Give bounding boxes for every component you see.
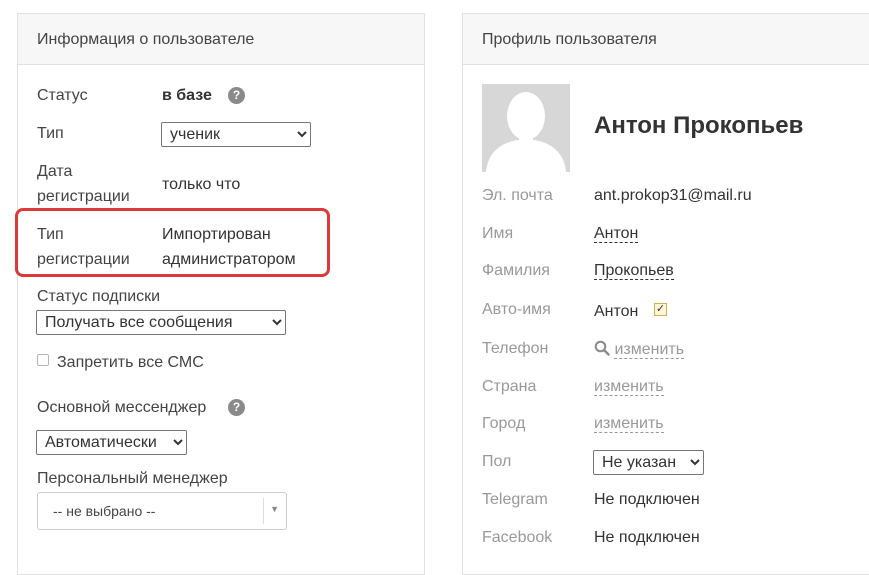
profile-title: Профиль пользователя: [463, 14, 869, 65]
last-name-label: Фамилия: [482, 262, 550, 279]
chevron-down-icon[interactable]: ▼: [270, 504, 279, 514]
facebook-label: Facebook: [482, 529, 553, 546]
phone-label: Телефон: [482, 340, 549, 357]
first-name-wrap: Антон: [594, 225, 639, 243]
type-label: Тип: [37, 125, 64, 142]
email-label: Эл. почта: [482, 187, 553, 204]
reg-date-label-line1: Дата: [37, 163, 73, 180]
autoname-value: Антон: [594, 303, 639, 320]
subscription-label: Статус подписки: [37, 288, 161, 305]
last-name-wrap: Прокопьев: [594, 262, 674, 280]
telegram-label: Telegram: [482, 491, 548, 508]
subscription-select[interactable]: Получать все сообщения: [36, 310, 286, 335]
country-edit-wrap: изменить: [594, 378, 664, 396]
last-name-value[interactable]: Прокопьев: [594, 262, 674, 280]
city-edit-link[interactable]: изменить: [594, 415, 664, 433]
reg-type-highlight-box: [15, 208, 330, 277]
messenger-select[interactable]: Автоматически: [36, 430, 187, 455]
avatar[interactable]: [482, 84, 570, 172]
phone-edit-wrap: изменить: [594, 340, 685, 359]
messenger-help-icon[interactable]: ?: [228, 399, 245, 416]
country-label: Страна: [482, 378, 537, 395]
city-edit-wrap: изменить: [594, 415, 664, 433]
reg-date-value: только что: [162, 176, 241, 193]
search-icon[interactable]: [594, 340, 610, 356]
phone-edit-link[interactable]: изменить: [614, 341, 685, 359]
status-label: Статус: [37, 87, 88, 104]
user-info-title: Информация о пользователе: [18, 14, 424, 65]
autoname-checkbox-checked-icon[interactable]: ✓: [654, 303, 667, 316]
email-value: ant.prokop31@mail.ru: [594, 187, 752, 204]
manager-selected-value: -- не выбрано --: [53, 503, 156, 519]
gender-select[interactable]: Не указан: [593, 450, 704, 475]
city-label: Город: [482, 415, 526, 432]
manager-combobox[interactable]: -- не выбрано -- ▼: [37, 492, 287, 530]
manager-combobox-separator: [263, 498, 264, 524]
status-help-icon[interactable]: ?: [228, 87, 245, 104]
profile-full-name: Антон Прокопьев: [594, 112, 804, 139]
reg-date-label-line2: регистрации: [37, 188, 130, 205]
user-silhouette-icon: [482, 84, 570, 172]
autoname-label: Авто-имя: [482, 301, 551, 318]
block-sms-checkbox[interactable]: [37, 354, 49, 366]
telegram-value: Не подключен: [594, 491, 700, 508]
gender-label: Пол: [482, 453, 512, 470]
messenger-label: Основной мессенджер: [37, 399, 207, 416]
block-sms-label[interactable]: Запретить все СМС: [57, 354, 204, 372]
manager-label: Персональный менеджер: [37, 470, 228, 487]
country-edit-link[interactable]: изменить: [594, 378, 664, 396]
status-value: в базе: [162, 87, 212, 104]
first-name-label: Имя: [482, 225, 514, 242]
type-select[interactable]: ученик: [161, 122, 311, 147]
first-name-value[interactable]: Антон: [594, 225, 639, 243]
facebook-value: Не подключен: [594, 529, 700, 546]
